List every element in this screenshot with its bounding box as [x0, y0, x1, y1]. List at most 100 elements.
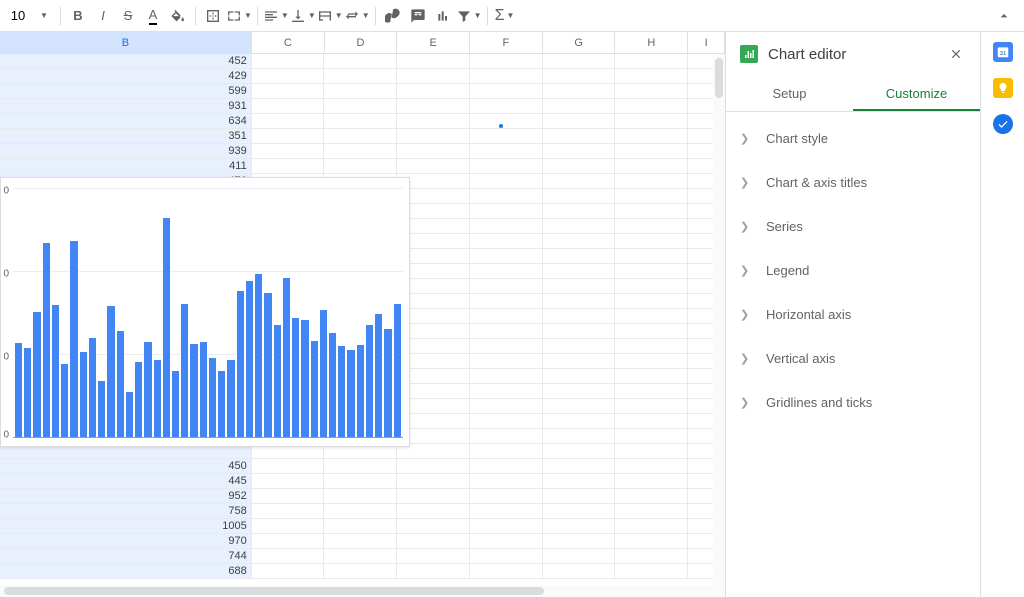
cell[interactable]: [543, 429, 616, 443]
cell[interactable]: 452: [0, 54, 252, 68]
cell[interactable]: [470, 54, 543, 68]
cell[interactable]: [543, 234, 616, 248]
cell[interactable]: [252, 114, 325, 128]
table-row[interactable]: 452: [0, 54, 725, 69]
cell[interactable]: [470, 99, 543, 113]
cell[interactable]: [543, 129, 616, 143]
cell[interactable]: 744: [0, 549, 252, 563]
cell[interactable]: [397, 489, 470, 503]
text-color-button[interactable]: A: [141, 4, 165, 28]
cell[interactable]: [543, 324, 616, 338]
table-row[interactable]: 450: [0, 459, 725, 474]
cell[interactable]: [324, 489, 397, 503]
cell[interactable]: [470, 489, 543, 503]
cell[interactable]: [543, 504, 616, 518]
cell[interactable]: [397, 459, 470, 473]
table-row[interactable]: 970: [0, 534, 725, 549]
cell[interactable]: [543, 159, 616, 173]
cell[interactable]: [324, 474, 397, 488]
cell[interactable]: 351: [0, 129, 252, 143]
cell[interactable]: [324, 129, 397, 143]
keep-addon-icon[interactable]: [993, 78, 1013, 98]
cell[interactable]: [470, 144, 543, 158]
sidebar-section[interactable]: ❯Chart & axis titles: [726, 160, 980, 204]
sidebar-section[interactable]: ❯Series: [726, 204, 980, 248]
cell[interactable]: [615, 54, 688, 68]
cell[interactable]: [397, 69, 470, 83]
cell[interactable]: [324, 159, 397, 173]
cell[interactable]: [397, 99, 470, 113]
cell[interactable]: [615, 384, 688, 398]
cell[interactable]: [470, 504, 543, 518]
cell[interactable]: 445: [0, 474, 252, 488]
close-sidebar-button[interactable]: [946, 44, 966, 64]
cell[interactable]: [324, 534, 397, 548]
cell[interactable]: [543, 519, 616, 533]
cell[interactable]: [324, 519, 397, 533]
sidebar-section[interactable]: ❯Gridlines and ticks: [726, 380, 980, 424]
table-row[interactable]: 445: [0, 474, 725, 489]
cell[interactable]: [615, 549, 688, 563]
cell[interactable]: [470, 474, 543, 488]
cell[interactable]: [324, 54, 397, 68]
cell[interactable]: [615, 204, 688, 218]
cell[interactable]: [543, 339, 616, 353]
cell[interactable]: [615, 309, 688, 323]
cell[interactable]: [615, 129, 688, 143]
cell[interactable]: [615, 219, 688, 233]
cell[interactable]: [615, 144, 688, 158]
cell[interactable]: [615, 234, 688, 248]
cell[interactable]: [543, 174, 616, 188]
cell[interactable]: [470, 384, 543, 398]
cell[interactable]: [324, 549, 397, 563]
cell[interactable]: [543, 219, 616, 233]
tab-customize[interactable]: Customize: [853, 76, 980, 111]
cell[interactable]: [615, 459, 688, 473]
strikethrough-button[interactable]: S: [116, 4, 140, 28]
cell[interactable]: [252, 489, 325, 503]
cell[interactable]: [397, 534, 470, 548]
cell[interactable]: [397, 564, 470, 578]
insert-chart-button[interactable]: [431, 4, 455, 28]
cell[interactable]: [615, 429, 688, 443]
fill-color-button[interactable]: [166, 4, 190, 28]
cell[interactable]: [615, 414, 688, 428]
column-header-c[interactable]: C: [252, 32, 325, 53]
cell[interactable]: [615, 504, 688, 518]
cell[interactable]: [615, 84, 688, 98]
cell[interactable]: [543, 69, 616, 83]
cell[interactable]: [470, 444, 543, 458]
text-wrap-button[interactable]: ▼: [317, 4, 343, 28]
sidebar-section[interactable]: ❯Vertical axis: [726, 336, 980, 380]
cell[interactable]: [470, 69, 543, 83]
cell[interactable]: [470, 399, 543, 413]
cell[interactable]: [615, 159, 688, 173]
cell[interactable]: [397, 114, 470, 128]
cell[interactable]: [470, 84, 543, 98]
table-row[interactable]: 411: [0, 159, 725, 174]
cell[interactable]: [470, 414, 543, 428]
cell[interactable]: [470, 174, 543, 188]
column-header-g[interactable]: G: [543, 32, 616, 53]
cell[interactable]: [470, 219, 543, 233]
cell[interactable]: [397, 474, 470, 488]
insert-link-button[interactable]: [381, 4, 405, 28]
embedded-chart[interactable]: 0 0 0 0: [0, 177, 410, 447]
cell[interactable]: [615, 354, 688, 368]
cell[interactable]: [252, 519, 325, 533]
bold-button[interactable]: B: [66, 4, 90, 28]
italic-button[interactable]: I: [91, 4, 115, 28]
sidebar-section[interactable]: ❯Horizontal axis: [726, 292, 980, 336]
cell[interactable]: [397, 54, 470, 68]
cell[interactable]: [470, 564, 543, 578]
cell[interactable]: [615, 339, 688, 353]
borders-button[interactable]: [201, 4, 225, 28]
cell[interactable]: [470, 264, 543, 278]
cell[interactable]: [543, 114, 616, 128]
horizontal-scrollbar[interactable]: [0, 585, 713, 597]
cell[interactable]: [615, 174, 688, 188]
table-row[interactable]: 758: [0, 504, 725, 519]
cell[interactable]: [470, 534, 543, 548]
cell[interactable]: [470, 429, 543, 443]
cell[interactable]: 952: [0, 489, 252, 503]
